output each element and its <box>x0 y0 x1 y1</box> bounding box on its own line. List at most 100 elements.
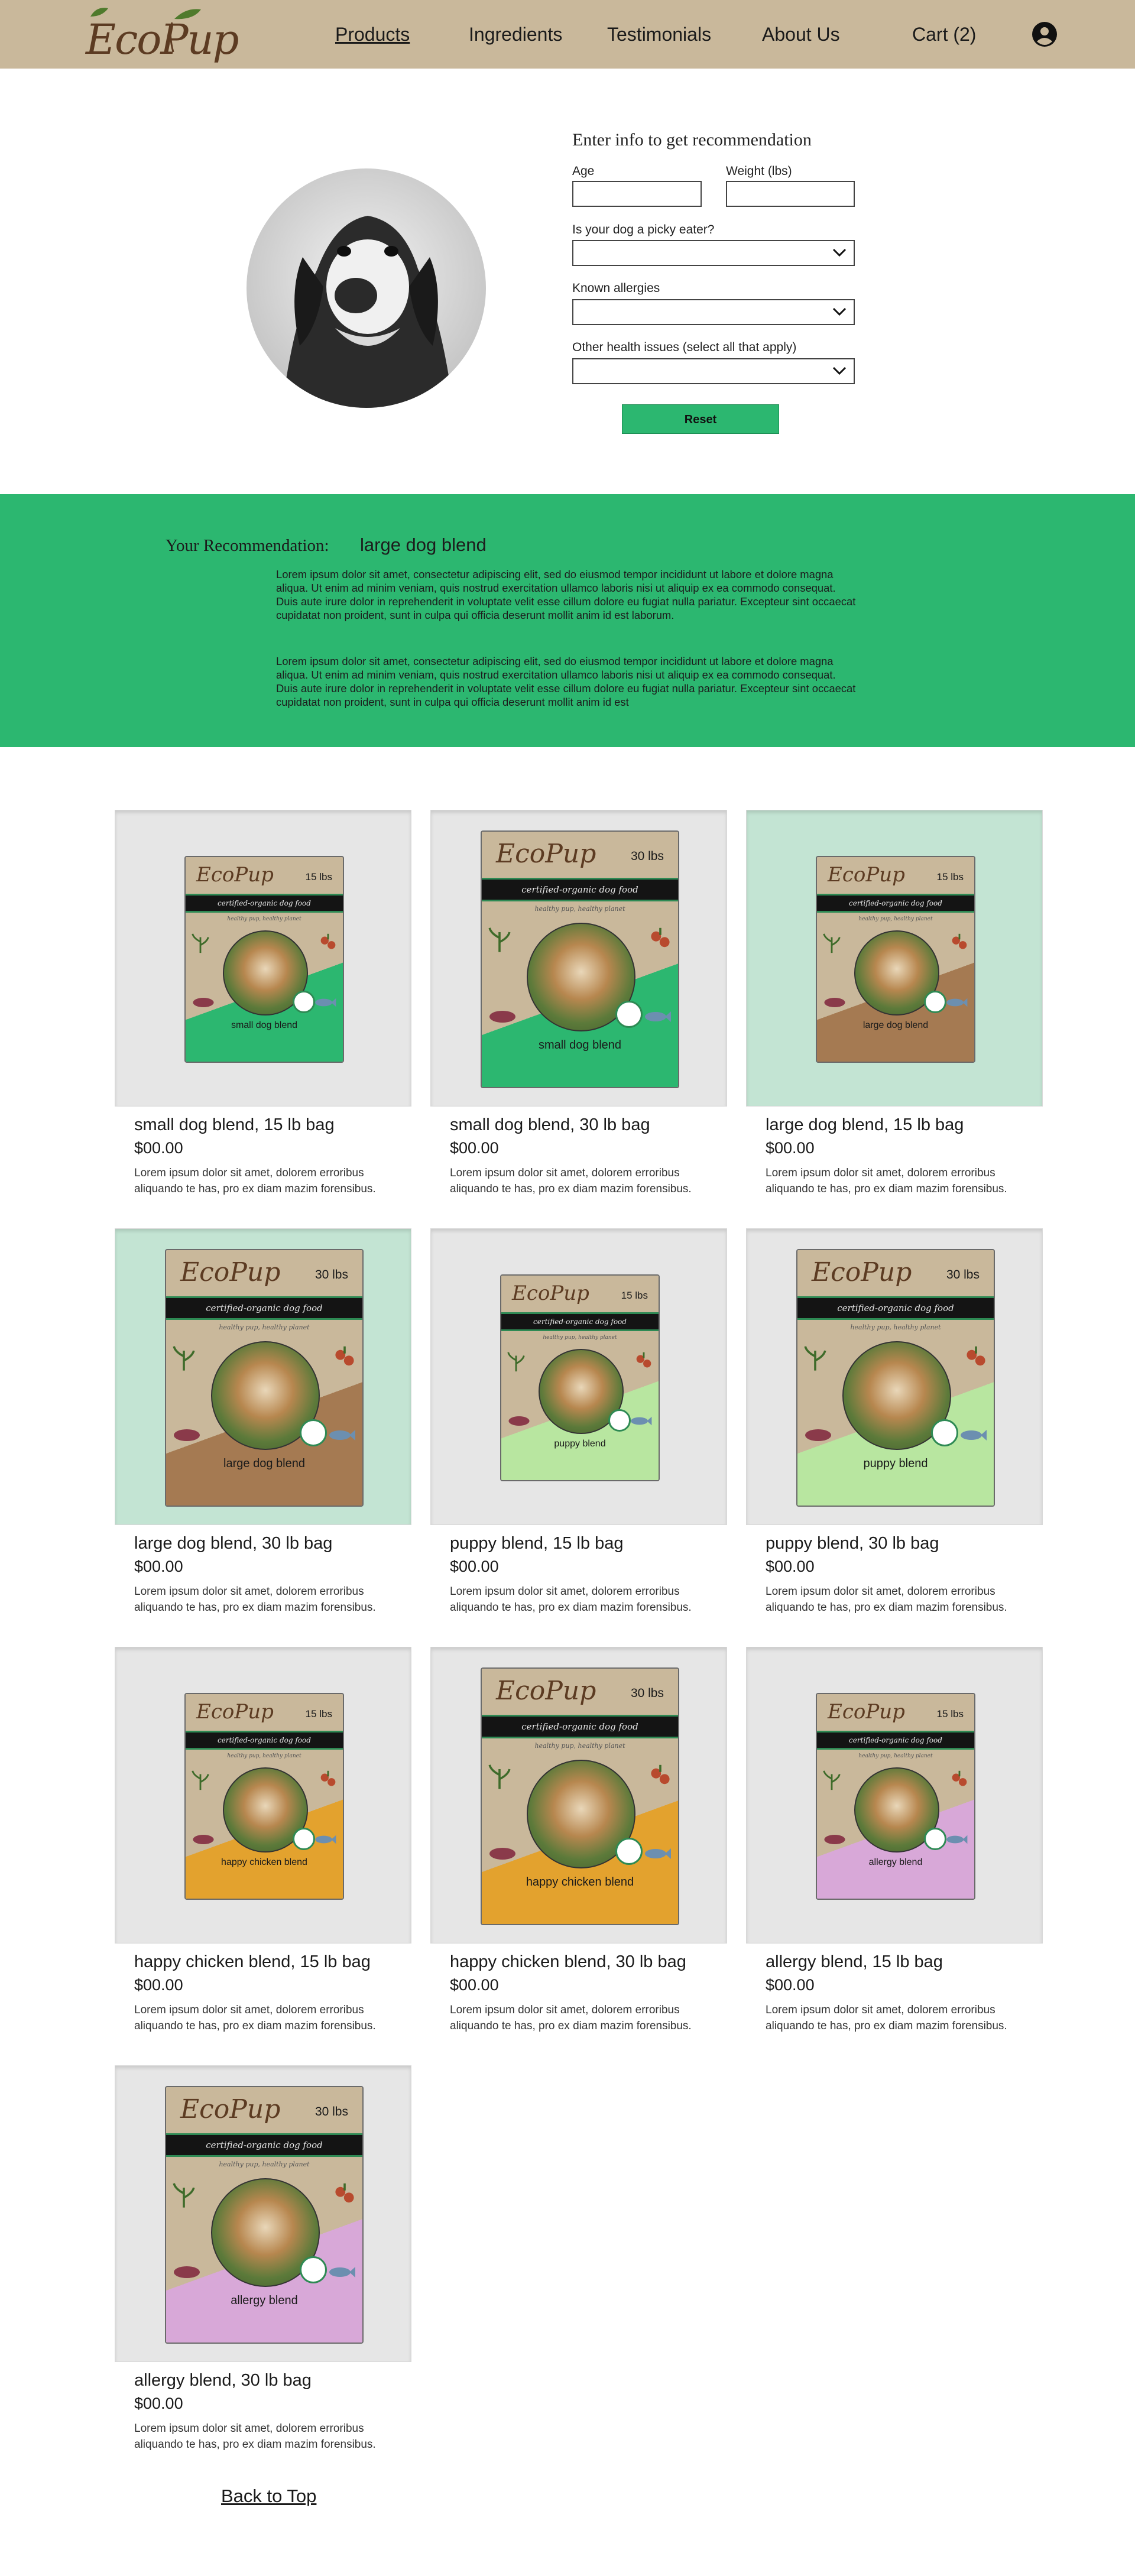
product-card[interactable]: EcoPup 30 lbs certified-organic dog food he… <box>115 2066 432 2468</box>
product-card[interactable]: EcoPup 30 lbs certified-organic dog food he… <box>115 1229 432 1631</box>
product-card[interactable]: EcoPup 15 lbs certified-organic dog food he… <box>747 1647 1063 2049</box>
picky-eater-select[interactable] <box>572 240 855 266</box>
herb-icon <box>823 1770 841 1790</box>
bag-tagline: healthy pup, healthy planet <box>534 905 625 913</box>
bag-body: healthy pup, healthy planet small dog ble… <box>186 913 343 1062</box>
product-title[interactable]: small dog blend, 30 lb bag <box>450 1115 650 1135</box>
allergies-select[interactable] <box>572 299 855 325</box>
product-description: Lorem ipsum dolor sit amet, dolorem erro… <box>766 2004 1007 2032</box>
sweet-potato-icon <box>508 1416 530 1426</box>
herb-icon <box>335 1346 354 1366</box>
allergies-label: Known allergies <box>572 281 660 295</box>
bag-tagline: healthy pup, healthy planet <box>858 1753 933 1759</box>
product-title[interactable]: large dog blend, 30 lb bag <box>134 1534 332 1553</box>
product-image[interactable]: EcoPup 30 lbs certified-organic dog food he… <box>747 1229 1042 1524</box>
nav-products[interactable]: Products <box>335 24 410 46</box>
bag-tagline: healthy pup, healthy planet <box>219 2160 310 2168</box>
product-image[interactable]: EcoPup 30 lbs certified-organic dog food he… <box>115 2066 411 2361</box>
product-image[interactable]: EcoPup 15 lbs certified-organic dog food he… <box>747 810 1042 1106</box>
herb-icon <box>173 2183 195 2208</box>
bag-name: small dog blend <box>538 1039 622 1052</box>
nav-about-us[interactable]: About Us <box>762 24 840 46</box>
sweet-potato-icon <box>805 1429 831 1441</box>
herb-icon <box>507 1352 525 1372</box>
product-description: Lorem ipsum dolor sit amet, dolorem erro… <box>450 2004 692 2032</box>
product-title[interactable]: large dog blend, 15 lb bag <box>766 1115 964 1135</box>
product-image[interactable]: EcoPup 15 lbs certified-organic dog food he… <box>747 1647 1042 1943</box>
product-card[interactable]: EcoPup 15 lbs certified-organic dog food he… <box>431 1229 747 1631</box>
back-to-top-link[interactable]: Back to Top <box>221 2486 316 2507</box>
site-header: EcoPup Products Ingredients Testimonials… <box>0 0 1135 69</box>
health-issues-label: Other health issues (select all that app… <box>572 340 797 354</box>
bag-band: certified-organic dog food <box>817 894 974 913</box>
product-description: Lorem ipsum dolor sit amet, dolorem erro… <box>450 1167 692 1195</box>
product-title[interactable]: happy chicken blend, 15 lb bag <box>134 1952 371 1972</box>
recommendation-value: large dog blend <box>360 534 487 555</box>
product-title[interactable]: happy chicken blend, 30 lb bag <box>450 1952 686 1972</box>
product-title[interactable]: allergy blend, 15 lb bag <box>766 1952 943 1972</box>
product-card[interactable]: EcoPup 30 lbs certified-organic dog food he… <box>431 810 747 1212</box>
bag-name: allergy blend <box>868 1857 923 1867</box>
bag-name: allergy blend <box>231 2294 298 2307</box>
product-description: Lorem ipsum dolor sit amet, dolorem erro… <box>134 1585 376 1614</box>
bag-name: puppy blend <box>554 1439 606 1449</box>
food-bag: EcoPup 15 lbs certified-organic dog food he… <box>816 1693 975 1900</box>
food-bag: EcoPup 30 lbs certified-organic dog food he… <box>165 2086 364 2344</box>
health-issues-select[interactable] <box>572 358 855 384</box>
sweet-potato-icon <box>489 1848 515 1860</box>
fish-icon <box>645 1848 671 1859</box>
usda-organic-icon <box>615 1838 643 1865</box>
ecopup-logo[interactable]: EcoPup <box>86 5 239 64</box>
fish-icon <box>631 1416 652 1426</box>
usda-organic-icon <box>300 2256 327 2283</box>
product-image[interactable]: EcoPup 30 lbs certified-organic dog food he… <box>115 1229 411 1524</box>
product-price: $00.00 <box>134 1558 183 1575</box>
product-image[interactable]: EcoPup 15 lbs certified-organic dog food he… <box>431 1229 727 1524</box>
user-circle-icon[interactable] <box>1032 21 1058 47</box>
product-card[interactable]: EcoPup 30 lbs certified-organic dog food he… <box>431 1647 747 2049</box>
product-price: $00.00 <box>766 1976 815 1994</box>
bag-name: large dog blend <box>862 1020 929 1030</box>
product-image[interactable]: EcoPup 30 lbs certified-organic dog food he… <box>431 1647 727 1943</box>
chevron-down-icon <box>832 307 847 316</box>
bag-body: healthy pup, healthy planet happy chicken… <box>186 1750 343 1899</box>
weight-input[interactable] <box>726 181 855 207</box>
reset-button[interactable]: Reset <box>622 404 779 434</box>
nav-cart[interactable]: Cart (2) <box>912 24 976 46</box>
bag-band: certified-organic dog food <box>797 1296 994 1320</box>
bag-tagline: healthy pup, healthy planet <box>543 1335 617 1341</box>
product-image[interactable]: EcoPup 15 lbs certified-organic dog food he… <box>115 1647 411 1943</box>
bag-body: healthy pup, healthy planet allergy blend <box>166 2157 362 2343</box>
herb-icon <box>823 933 841 953</box>
age-input[interactable] <box>572 181 702 207</box>
product-card[interactable]: EcoPup 30 lbs certified-organic dog food he… <box>747 1229 1063 1631</box>
herb-icon <box>651 927 670 948</box>
product-title[interactable]: allergy blend, 30 lb bag <box>134 2371 312 2390</box>
bag-logo: EcoPup <box>180 2094 281 2124</box>
product-card[interactable]: EcoPup 15 lbs certified-organic dog food he… <box>747 810 1063 1212</box>
bag-name: small dog blend <box>231 1020 298 1030</box>
bag-logo: EcoPup <box>812 1257 912 1287</box>
product-price: $00.00 <box>134 1976 183 1994</box>
product-card[interactable]: EcoPup 15 lbs certified-organic dog food he… <box>115 810 432 1212</box>
product-image[interactable]: EcoPup 15 lbs certified-organic dog food he… <box>115 810 411 1106</box>
nav-testimonials[interactable]: Testimonials <box>607 24 711 46</box>
bag-body: healthy pup, healthy planet puppy blend <box>501 1331 659 1480</box>
product-title[interactable]: puppy blend, 15 lb bag <box>450 1534 623 1553</box>
usda-organic-icon <box>293 1828 315 1850</box>
herb-icon <box>173 1346 195 1371</box>
food-bag: EcoPup 30 lbs certified-organic dog food he… <box>481 830 679 1088</box>
age-label: Age <box>572 164 595 178</box>
fish-icon <box>329 2267 355 2277</box>
nav-ingredients[interactable]: Ingredients <box>469 24 562 46</box>
bag-tagline: healthy pup, healthy planet <box>858 916 933 922</box>
sweet-potato-icon <box>174 2266 200 2278</box>
herb-icon <box>192 1770 209 1790</box>
product-title[interactable]: small dog blend, 15 lb bag <box>134 1115 335 1135</box>
bag-body: healthy pup, healthy planet large dog ble… <box>166 1320 362 1506</box>
product-title[interactable]: puppy blend, 30 lb bag <box>766 1534 939 1553</box>
product-image[interactable]: EcoPup 30 lbs certified-organic dog food he… <box>431 810 727 1106</box>
bag-logo: EcoPup <box>512 1281 589 1305</box>
product-card[interactable]: EcoPup 15 lbs certified-organic dog food he… <box>115 1647 432 2049</box>
food-bag: EcoPup 30 lbs certified-organic dog food he… <box>481 1667 679 1925</box>
